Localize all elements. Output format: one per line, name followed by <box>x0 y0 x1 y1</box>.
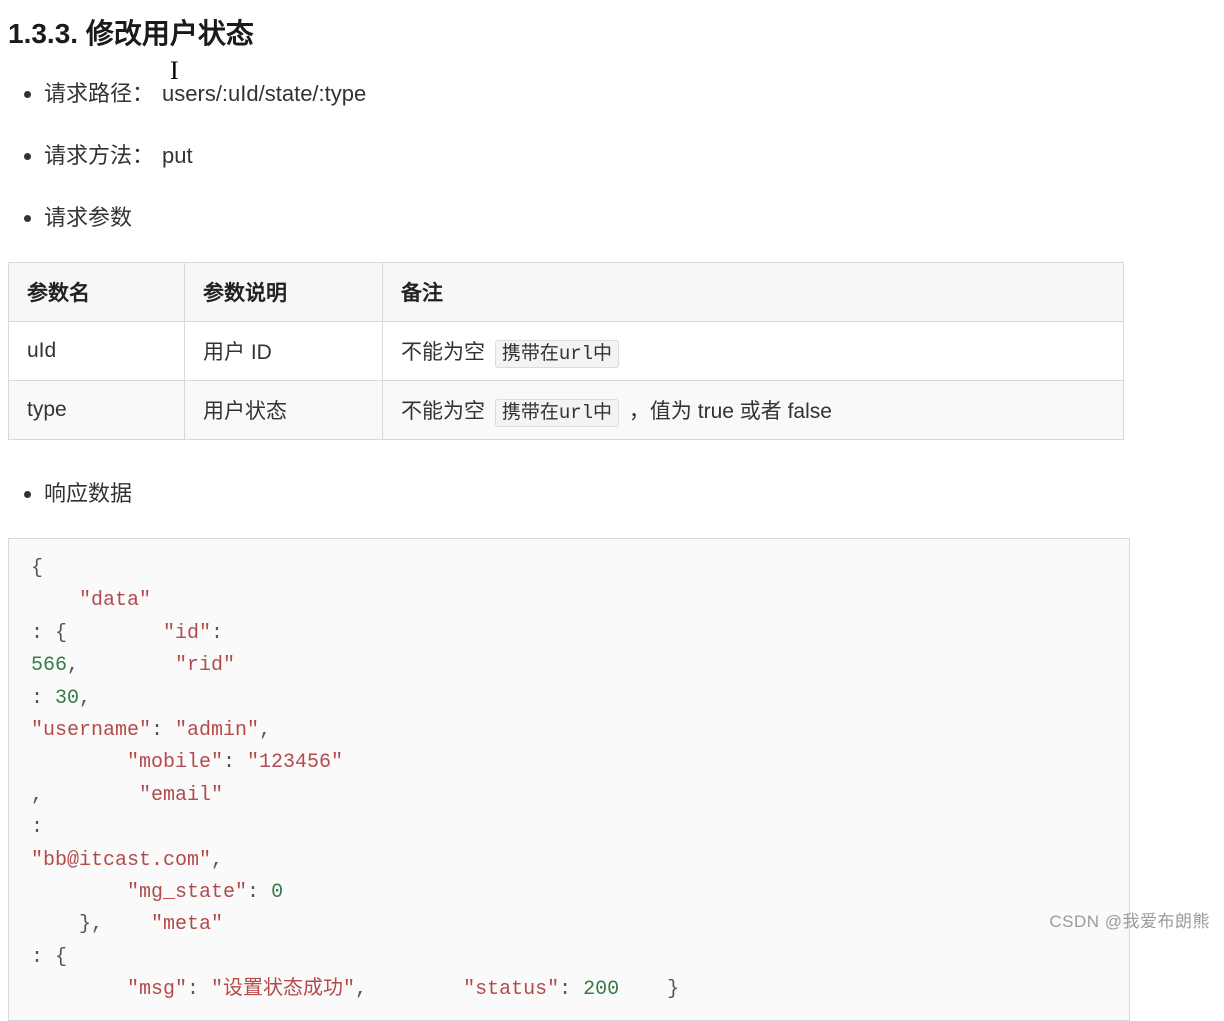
request-path-label: 请求路径： <box>44 81 154 106</box>
col-header-desc: 参数说明 <box>185 263 383 322</box>
params-header-row: 参数名 参数说明 备注 <box>9 263 1124 322</box>
remark-code: 携带在url中 <box>495 399 619 427</box>
response-list: 响应数据 <box>8 476 1216 508</box>
remark-prefix: 不能为空 <box>401 341 485 364</box>
cell-param-remark: 不能为空 携带在url中 ，值为 true 或者 false <box>383 381 1124 440</box>
request-path-item: 请求路径： users/:uId/state/:type <box>44 76 1216 108</box>
request-path-value: users/:uId/state/:type <box>162 81 366 106</box>
col-header-name: 参数名 <box>9 263 185 322</box>
remark-prefix: 不能为空 <box>401 400 485 423</box>
params-body: uId 用户 ID 不能为空 携带在url中 type 用户状态 不能为空 携带… <box>9 322 1124 440</box>
request-method-label: 请求方法： <box>44 143 154 168</box>
table-row: uId 用户 ID 不能为空 携带在url中 <box>9 322 1124 381</box>
section-heading: 1.3.3. 修改用户状态 <box>8 12 1216 52</box>
response-data-label: 响应数据 <box>44 481 132 506</box>
cell-param-desc: 用户状态 <box>185 381 383 440</box>
response-data-item: 响应数据 <box>44 476 1216 508</box>
table-row: type 用户状态 不能为空 携带在url中 ，值为 true 或者 false <box>9 381 1124 440</box>
cell-param-desc: 用户 ID <box>185 322 383 381</box>
remark-suffix: ，值为 true 或者 false <box>629 400 832 423</box>
request-method-item: 请求方法： put <box>44 138 1216 170</box>
remark-code: 携带在url中 <box>495 340 619 368</box>
col-header-remark: 备注 <box>383 263 1124 322</box>
response-code-block: { "data" : { "id": 566, "rid" : 30, "use… <box>8 538 1130 1021</box>
request-method-value: put <box>162 143 193 168</box>
request-params-label: 请求参数 <box>44 205 132 230</box>
request-params-item: 请求参数 <box>44 200 1216 232</box>
request-info-list: 请求路径： users/:uId/state/:type 请求方法： put 请求参… <box>8 76 1216 232</box>
cell-param-remark: 不能为空 携带在url中 <box>383 322 1124 381</box>
cell-param-name: type <box>9 381 185 440</box>
watermark-text: CSDN @我爱布朗熊 <box>1049 907 1210 932</box>
params-table: 参数名 参数说明 备注 uId 用户 ID 不能为空 携带在url中 type … <box>8 262 1124 440</box>
cell-param-name: uId <box>9 322 185 381</box>
